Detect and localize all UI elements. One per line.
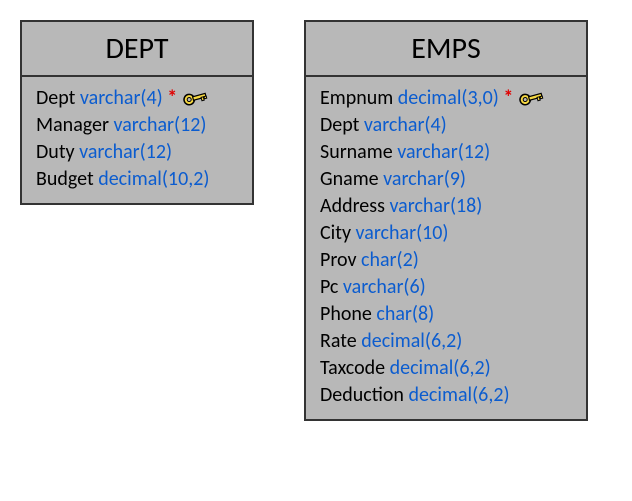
column-name: Dept xyxy=(320,113,359,137)
column-name: Address xyxy=(320,194,385,218)
pk-star: * xyxy=(503,86,513,110)
column-type: char(2) xyxy=(361,248,419,272)
entity-dept-title: DEPT xyxy=(22,22,252,77)
dept-col-dept: Dept varchar(4) * xyxy=(36,85,238,112)
key-icon xyxy=(518,86,544,110)
entity-dept-columns: Dept varchar(4) * Man xyxy=(22,77,252,203)
dept-col-manager: Manager varchar(12) xyxy=(36,112,238,139)
entity-emps-title: EMPS xyxy=(306,22,586,77)
emps-col-empnum: Empnum decimal(3,0) * xyxy=(320,85,572,112)
column-type: varchar(9) xyxy=(383,167,466,191)
column-name: Deduction xyxy=(320,383,404,407)
emps-col-deduction: Deduction decimal(6,2) xyxy=(320,382,572,409)
emps-col-taxcode: Taxcode decimal(6,2) xyxy=(320,355,572,382)
column-type: varchar(12) xyxy=(79,140,172,164)
column-type: varchar(4) xyxy=(364,113,447,137)
emps-col-prov: Prov char(2) xyxy=(320,247,572,274)
column-type: decimal(10,2) xyxy=(98,167,209,191)
emps-col-gname: Gname varchar(9) xyxy=(320,166,572,193)
column-name: Gname xyxy=(320,167,379,191)
dept-col-budget: Budget decimal(10,2) xyxy=(36,166,238,193)
column-name: Empnum xyxy=(320,86,393,110)
column-name: Pc xyxy=(320,275,338,299)
emps-col-rate: Rate decimal(6,2) xyxy=(320,328,572,355)
emps-col-address: Address varchar(18) xyxy=(320,193,572,220)
pk-star: * xyxy=(167,86,177,110)
column-name: Dept xyxy=(36,86,75,110)
emps-col-surname: Surname varchar(12) xyxy=(320,139,572,166)
column-type: decimal(6,2) xyxy=(390,356,491,380)
column-type: varchar(12) xyxy=(397,140,490,164)
er-diagram: DEPT Dept varchar(4) * xyxy=(20,20,612,421)
key-icon xyxy=(182,86,208,110)
emps-col-city: City varchar(10) xyxy=(320,220,572,247)
column-type: varchar(4) xyxy=(80,86,163,110)
column-name: Prov xyxy=(320,248,356,272)
column-type: varchar(10) xyxy=(356,221,449,245)
column-type: varchar(18) xyxy=(389,194,482,218)
column-type: varchar(6) xyxy=(343,275,426,299)
column-name: Budget xyxy=(36,167,94,191)
emps-col-dept: Dept varchar(4) xyxy=(320,112,572,139)
column-name: Duty xyxy=(36,140,75,164)
emps-col-pc: Pc varchar(6) xyxy=(320,274,572,301)
entity-dept: DEPT Dept varchar(4) * xyxy=(20,20,254,205)
column-name: Phone xyxy=(320,302,372,326)
column-type: decimal(6,2) xyxy=(408,383,509,407)
column-name: Taxcode xyxy=(320,356,385,380)
entity-emps-columns: Empnum decimal(3,0) * xyxy=(306,77,586,419)
column-type: decimal(3,0) xyxy=(398,86,499,110)
column-type: varchar(12) xyxy=(113,113,206,137)
column-name: Surname xyxy=(320,140,393,164)
emps-col-phone: Phone char(8) xyxy=(320,301,572,328)
column-type: char(8) xyxy=(376,302,434,326)
column-name: City xyxy=(320,221,351,245)
column-name: Rate xyxy=(320,329,357,353)
column-type: decimal(6,2) xyxy=(361,329,462,353)
entity-emps: EMPS Empnum decimal(3,0) * xyxy=(304,20,588,421)
dept-col-duty: Duty varchar(12) xyxy=(36,139,238,166)
column-name: Manager xyxy=(36,113,109,137)
